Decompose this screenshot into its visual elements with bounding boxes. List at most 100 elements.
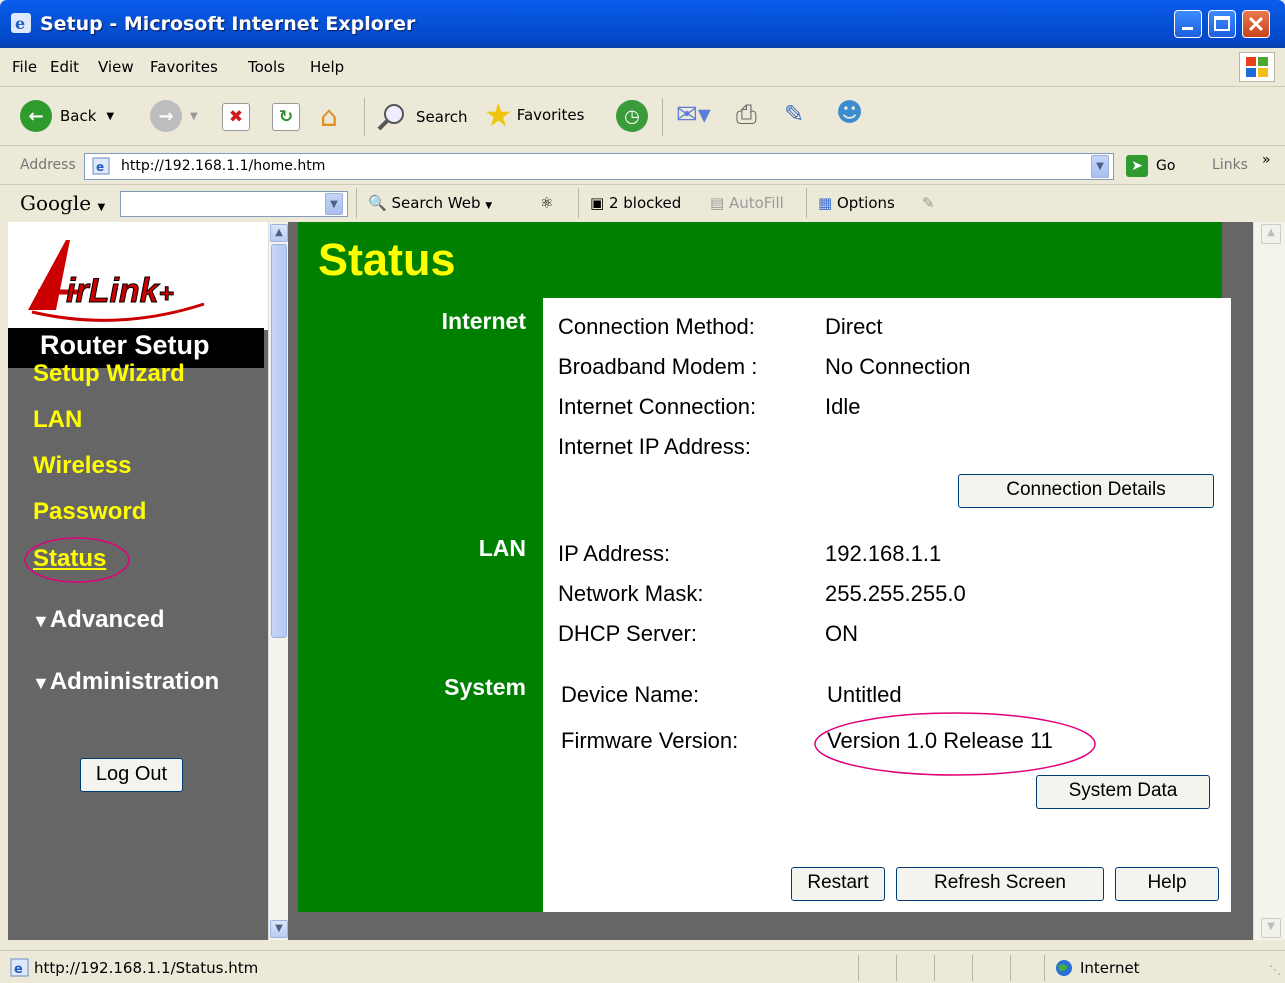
maximize-button[interactable] <box>1208 10 1236 38</box>
status-bar: e http://192.168.1.1/Status.htm Internet… <box>0 950 1285 983</box>
close-button[interactable] <box>1242 10 1270 38</box>
system-data-button[interactable]: System Data <box>1036 775 1210 809</box>
statusbar-divider <box>896 955 897 981</box>
links-label[interactable]: Links <box>1212 157 1248 173</box>
statusbar-divider <box>1010 955 1011 981</box>
scroll-down-icon[interactable]: ▼ <box>1261 918 1281 938</box>
print-icon[interactable]: ⎙ <box>736 100 757 131</box>
google-toolbar: Google ▼ ▼ 🔍 Search Web ▼ ⚛ ▣ 2 blocked … <box>0 186 1285 222</box>
toolbar-separator <box>364 98 365 136</box>
popup-blocker-button[interactable]: ▣ 2 blocked <box>590 194 681 212</box>
restart-button[interactable]: Restart <box>791 867 885 901</box>
toolbar: ← Back ▼ → ▼ ✖ ↻ ⌂ Search ★ Favorites ◷ … <box>0 88 1285 146</box>
menu-favorites[interactable]: Favorites <box>150 58 218 76</box>
toolbar-separator <box>806 188 807 218</box>
scroll-down-icon[interactable]: ▼ <box>270 920 288 938</box>
binoculars-icon: 🔍 <box>368 194 387 212</box>
statusbar-divider <box>934 955 935 981</box>
autofill-label: AutoFill <box>728 194 784 212</box>
content-scrollbar[interactable]: ▲ ▼ <box>1253 222 1285 940</box>
menu-edit[interactable]: Edit <box>50 58 79 76</box>
scroll-thumb[interactable] <box>271 244 287 638</box>
go-label: Go <box>1156 158 1176 174</box>
options-button[interactable]: ▦ Options <box>818 194 895 212</box>
sidebar-item-lan[interactable]: LAN <box>33 406 82 434</box>
menu-file[interactable]: File <box>12 58 37 76</box>
chevron-right-icon[interactable]: » <box>1262 152 1271 168</box>
go-button[interactable]: ➤ Go <box>1126 155 1175 177</box>
blocked-label: 2 blocked <box>608 194 682 212</box>
menu-help[interactable]: Help <box>310 58 344 76</box>
statusbar-divider <box>1044 955 1045 981</box>
address-label: Address <box>20 157 76 173</box>
network-mask-label: Network Mask: <box>558 581 704 606</box>
sidebar-scrollbar[interactable]: ▲ ▼ <box>268 222 288 940</box>
toolbar-separator <box>662 98 663 136</box>
triangle-down-icon: ▼ <box>32 673 50 693</box>
status-url: http://192.168.1.1/Status.htm <box>34 959 259 977</box>
lan-section-label: LAN <box>478 535 526 561</box>
google-dropdown-icon[interactable]: ▼ <box>325 193 343 215</box>
menu-tools[interactable]: Tools <box>248 58 285 76</box>
address-bar: Address e http://192.168.1.1/home.htm ▼ … <box>0 147 1285 185</box>
svg-text:irLink+: irLink+ <box>66 272 174 310</box>
options-label: Options <box>836 194 895 212</box>
minimize-button[interactable] <box>1174 10 1202 38</box>
toolbar-separator <box>578 188 579 218</box>
help-button[interactable]: Help <box>1115 867 1219 901</box>
google-logo[interactable]: Google ▼ <box>20 191 105 215</box>
autofill-button[interactable]: ▤ AutoFill <box>710 194 784 212</box>
firmware-highlight-ellipse <box>814 712 1096 776</box>
sidebar-item-wireless[interactable]: Wireless <box>33 452 132 480</box>
svg-text:e: e <box>96 160 104 174</box>
content-frame: Status Internet LAN System Connection Me… <box>288 222 1253 940</box>
sidebar-item-advanced[interactable]: ▼Advanced <box>32 606 165 634</box>
logout-button[interactable]: Log Out <box>80 758 183 792</box>
resize-grip-icon[interactable]: ⋱ <box>1269 963 1281 977</box>
sidebar-frame: irLink+ Router Setup Setup Wizard LAN Wi… <box>8 222 268 940</box>
pencil-icon[interactable]: ✎ <box>922 194 935 212</box>
menu-bar: File Edit View Favorites Tools Help <box>0 48 1285 87</box>
edit-icon[interactable]: ✎ <box>784 100 804 128</box>
back-button[interactable]: ← Back ▼ <box>20 100 114 132</box>
history-icon[interactable]: ◷ <box>616 100 648 132</box>
sidebar-item-administration[interactable]: ▼Administration <box>32 668 219 696</box>
autofill-icon: ▤ <box>710 194 725 212</box>
stop-icon[interactable]: ✖ <box>222 103 250 131</box>
sidebar-item-setup-wizard[interactable]: Setup Wizard <box>33 360 185 388</box>
scroll-up-icon[interactable]: ▲ <box>270 224 288 242</box>
forward-arrow-icon: → <box>150 100 182 132</box>
minimize-icon <box>1182 27 1193 30</box>
svg-text:e: e <box>15 14 25 33</box>
messenger-icon[interactable]: ☻ <box>836 98 863 128</box>
refresh-icon[interactable]: ↻ <box>272 103 300 131</box>
home-icon[interactable]: ⌂ <box>320 100 338 133</box>
ip-address-value: 192.168.1.1 <box>825 541 942 566</box>
toolbar-separator <box>356 188 357 218</box>
chevron-down-icon: ▼ <box>190 110 198 122</box>
search-web-button[interactable]: 🔍 Search Web ▼ <box>368 194 492 212</box>
connection-details-button[interactable]: Connection Details <box>958 474 1214 508</box>
status-panel: Status Internet LAN System Connection Me… <box>298 222 1231 912</box>
broadband-modem-value: No Connection <box>825 354 971 379</box>
broadband-modem-label: Broadband Modem : <box>558 354 758 379</box>
google-search-input[interactable]: ▼ <box>120 191 348 217</box>
search-icon <box>377 104 404 131</box>
forward-button[interactable]: → ▼ <box>150 100 198 132</box>
refresh-screen-button[interactable]: Refresh Screen <box>896 867 1104 901</box>
sidebar-item-password[interactable]: Password <box>33 498 146 526</box>
device-name-value: Untitled <box>827 682 902 707</box>
device-name-label: Device Name: <box>561 682 700 707</box>
globe-icon <box>1056 960 1072 976</box>
favorites-button[interactable]: ★ Favorites <box>484 99 584 131</box>
search-button[interactable]: Search <box>376 102 468 132</box>
address-input[interactable]: e http://192.168.1.1/home.htm ▼ <box>84 153 1114 180</box>
internet-section-label: Internet <box>441 308 526 334</box>
address-dropdown-icon[interactable]: ▼ <box>1091 155 1109 178</box>
system-section-label: System <box>444 674 526 700</box>
internet-connection-value: Idle <box>825 394 861 419</box>
scroll-up-icon[interactable]: ▲ <box>1261 224 1281 244</box>
pagerank-icon[interactable]: ⚛ <box>540 194 553 212</box>
mail-icon[interactable]: ✉▾ <box>676 100 711 130</box>
menu-view[interactable]: View <box>98 58 134 76</box>
